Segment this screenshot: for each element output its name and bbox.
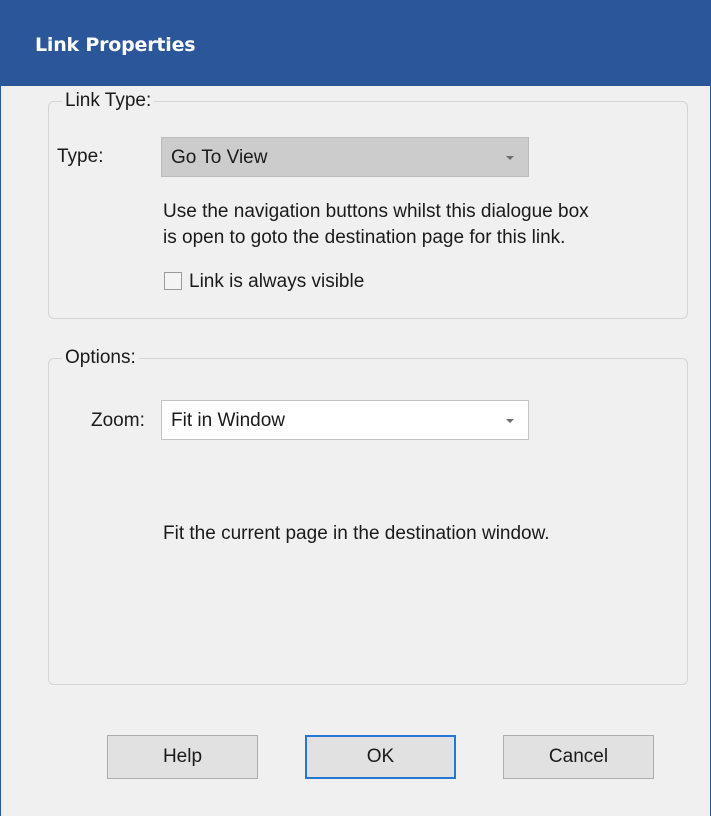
zoom-label: Zoom: xyxy=(91,410,145,431)
link-type-value: Go To View xyxy=(171,147,268,168)
cancel-button[interactable]: Cancel xyxy=(503,735,654,779)
help-button[interactable]: Help xyxy=(107,735,258,779)
ok-button[interactable]: OK xyxy=(305,735,456,779)
link-type-group-legend: Link Type: xyxy=(62,90,155,112)
options-group-legend: Options: xyxy=(62,347,139,369)
link-type-description-line1: Use the navigation buttons whilst this d… xyxy=(163,201,589,222)
type-label: Type: xyxy=(57,146,104,167)
zoom-dropdown[interactable]: Fit in Window xyxy=(161,400,529,440)
chevron-down-icon xyxy=(506,419,514,423)
always-visible-checkbox-row[interactable]: Link is always visible xyxy=(164,271,404,293)
dialog-title: Link Properties xyxy=(35,34,196,56)
always-visible-label: Link is always visible xyxy=(189,271,365,292)
link-type-description-line2: is open to goto the destination page for… xyxy=(163,227,566,248)
zoom-value: Fit in Window xyxy=(171,410,286,431)
link-type-dropdown[interactable]: Go To View xyxy=(161,137,529,177)
zoom-description: Fit the current page in the destination … xyxy=(163,523,550,544)
link-properties-dialog: Link Properties Link Type: Type: Go To V… xyxy=(0,0,711,816)
title-bar[interactable]: Link Properties xyxy=(1,0,711,86)
always-visible-checkbox[interactable] xyxy=(164,272,182,290)
chevron-down-icon xyxy=(506,156,514,160)
